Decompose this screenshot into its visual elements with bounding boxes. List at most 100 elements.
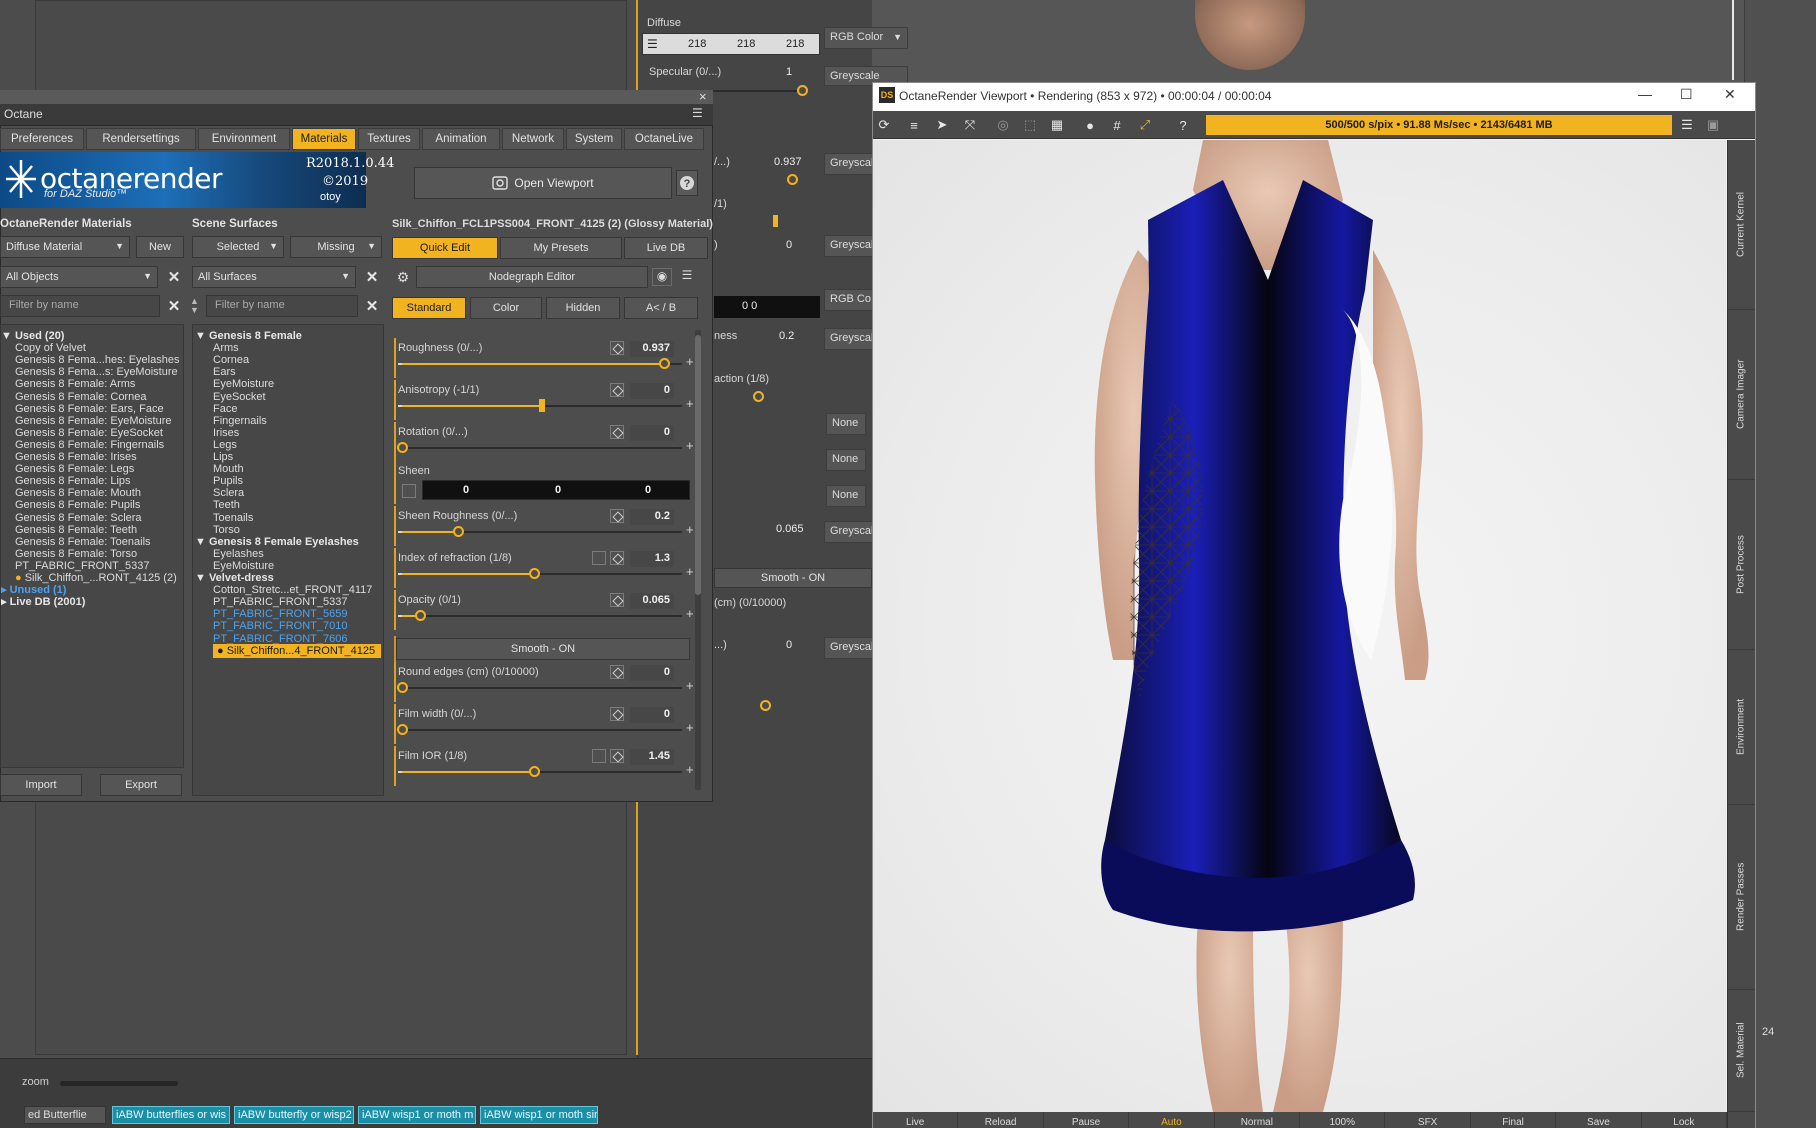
increment-icon[interactable]: + [686, 720, 694, 735]
tab-live-db[interactable]: Live DB [624, 237, 708, 259]
timeline-clip-2[interactable]: iABW butterfly or wisp2 [234, 1106, 354, 1124]
chevron-down-icon[interactable]: ▼ [195, 536, 209, 548]
tab-octanelive[interactable]: OctaneLive [624, 128, 704, 150]
list-menu-icon[interactable]: ☰ [677, 268, 697, 286]
param-value-field[interactable]: 0 [630, 425, 674, 441]
viewport-auto-button[interactable]: Auto [1129, 1112, 1215, 1128]
maximize-icon[interactable]: ☐ [1680, 86, 1693, 103]
param-slider-knob[interactable] [528, 568, 540, 579]
param-texture-list-icon[interactable] [592, 551, 606, 565]
new-material-button[interactable]: New [136, 236, 184, 258]
missing-filter-dropdown[interactable]: Missing ▼ [290, 236, 382, 258]
chevron-right-icon[interactable]: ▸ [1, 596, 10, 608]
help-button[interactable]: ? [676, 170, 698, 196]
chevron-down-icon[interactable]: ▼ [1, 330, 15, 342]
import-button[interactable]: Import [0, 774, 82, 796]
tab-environment[interactable]: Environment [198, 128, 290, 150]
open-viewport-button[interactable]: Open Viewport [414, 167, 672, 199]
param-value-field[interactable]: 1.3 [630, 551, 674, 567]
sheen-list-icon[interactable] [402, 484, 416, 498]
param-value-field[interactable]: 0.065 [630, 593, 674, 609]
materials-filter-input[interactable]: Filter by name [0, 295, 160, 317]
close-icon[interactable]: × [699, 90, 707, 103]
clear-surfaces-filter-icon[interactable]: ✕ [362, 267, 382, 287]
viewport-100pct-button[interactable]: 100% [1300, 1112, 1386, 1128]
increment-icon[interactable]: + [686, 438, 694, 453]
timeline-clip-1[interactable]: iABW butterflies or wis [112, 1106, 230, 1124]
clear-surfaces-name-filter-icon[interactable]: ✕ [362, 296, 382, 316]
surfaces-filter-input[interactable]: Filter by name [206, 295, 358, 317]
bg-row-1-knob[interactable] [787, 174, 798, 185]
side-tab-environment[interactable]: Environment [1727, 650, 1755, 805]
tab-materials[interactable]: Materials [292, 128, 356, 150]
viewport-lock-button[interactable]: Lock [1642, 1112, 1728, 1128]
target-icon[interactable]: ◎ [994, 116, 1012, 134]
param-value-field[interactable]: 0 [630, 707, 674, 723]
param-slider-track[interactable] [402, 729, 682, 731]
param-slider-track[interactable] [402, 615, 682, 617]
expand-collapse-icon[interactable]: ▲ ▼ [190, 297, 202, 317]
surface-list-item[interactable]: ▼ Genesis 8 Female [195, 329, 302, 343]
nodegraph-editor-button[interactable]: Nodegraph Editor [416, 266, 648, 288]
camera-icon[interactable]: ▣ [1704, 116, 1722, 134]
sheen-color-field[interactable]: 0 0 0 [422, 480, 690, 500]
region-icon[interactable]: ⬚ [1021, 116, 1039, 134]
material-list-item[interactable]: ▸ Live DB (2001) [1, 595, 85, 609]
side-tab-sel-material[interactable]: Sel. Material [1727, 990, 1755, 1112]
tab-my-presets[interactable]: My Presets [500, 237, 622, 259]
timeline-clip-3[interactable]: iABW wisp1 or moth m [358, 1106, 476, 1124]
viewport-menu-icon[interactable]: ☰ [1678, 116, 1696, 134]
surface-list-item[interactable]: ● Silk_Chiffon...4_FRONT_4125 [213, 643, 381, 658]
render-image[interactable] [873, 140, 1726, 1112]
side-tab-camera-imager[interactable]: Camera Imager [1727, 310, 1755, 480]
viewport-final-button[interactable]: Final [1471, 1112, 1557, 1128]
increment-icon[interactable]: + [686, 564, 694, 579]
resize-icon[interactable]: ⤢ [1136, 116, 1154, 134]
param-value-field[interactable]: 0.937 [630, 341, 674, 357]
selected-filter-dropdown[interactable]: Selected ▼ [192, 236, 284, 258]
viewport-pause-button[interactable]: Pause [1044, 1112, 1130, 1128]
editor-scrollbar-thumb[interactable] [695, 335, 701, 595]
zoom-slider[interactable] [60, 1081, 178, 1086]
grid-four-icon[interactable]: ▦ [1048, 116, 1066, 134]
mode-standard[interactable]: Standard [392, 297, 466, 319]
diffuse-type-dropdown[interactable]: RGB Color ▼ [824, 27, 908, 49]
settings-gear-icon[interactable]: ⚙ [392, 266, 414, 288]
side-tab-post-process[interactable]: Post Process [1727, 480, 1755, 650]
objects-filter-dropdown[interactable]: All Objects ▼ [0, 266, 158, 288]
bg-row-8-type[interactable]: None [826, 449, 866, 471]
timeline-track-select[interactable]: ed Butterflie [24, 1106, 106, 1124]
bg-row-2-marker[interactable] [773, 215, 778, 227]
param-value-field[interactable]: 1.45 [630, 749, 674, 765]
keyframe-diamond-icon[interactable] [610, 749, 624, 763]
param-value-field[interactable]: 0.2 [630, 509, 674, 525]
tab-animation[interactable]: Animation [422, 128, 500, 150]
param-slider-track[interactable] [402, 687, 682, 689]
keyframe-diamond-icon[interactable] [610, 707, 624, 721]
export-button[interactable]: Export [100, 774, 182, 796]
snapshot-icon[interactable]: ◉ [652, 268, 672, 286]
bg-smooth-toggle[interactable]: Smooth - ON [714, 568, 872, 588]
viewport-normal-button[interactable]: Normal [1215, 1112, 1301, 1128]
mode-hidden[interactable]: Hidden [546, 297, 620, 319]
keyframe-diamond-icon[interactable] [610, 665, 624, 679]
param-texture-list-icon[interactable] [592, 749, 606, 763]
side-tab-current-kernel[interactable]: Current Kernel [1727, 140, 1755, 310]
arrow-icon[interactable]: ➤ [933, 116, 951, 134]
mode-a-b[interactable]: A< / B [624, 297, 698, 319]
tab-preferences[interactable]: Preferences [0, 128, 84, 150]
param-value-field[interactable]: 0 [630, 665, 674, 681]
keyframe-diamond-icon[interactable] [610, 551, 624, 565]
chevron-down-icon[interactable]: ▼ [195, 330, 209, 342]
tab-quick-edit[interactable]: Quick Edit [392, 237, 498, 259]
specular-slider-knob[interactable] [797, 85, 808, 96]
param-slider-knob[interactable] [528, 766, 540, 777]
tab-rendersettings[interactable]: Rendersettings [86, 128, 196, 150]
grid-icon[interactable]: # [1108, 116, 1126, 134]
viewport-reload-button[interactable]: Reload [958, 1112, 1044, 1128]
increment-icon[interactable]: + [686, 606, 694, 621]
bg-row-7-type[interactable]: None [826, 413, 866, 435]
record-icon[interactable]: ● [1081, 116, 1099, 134]
increment-icon[interactable]: + [686, 678, 694, 693]
tab-system[interactable]: System [566, 128, 622, 150]
